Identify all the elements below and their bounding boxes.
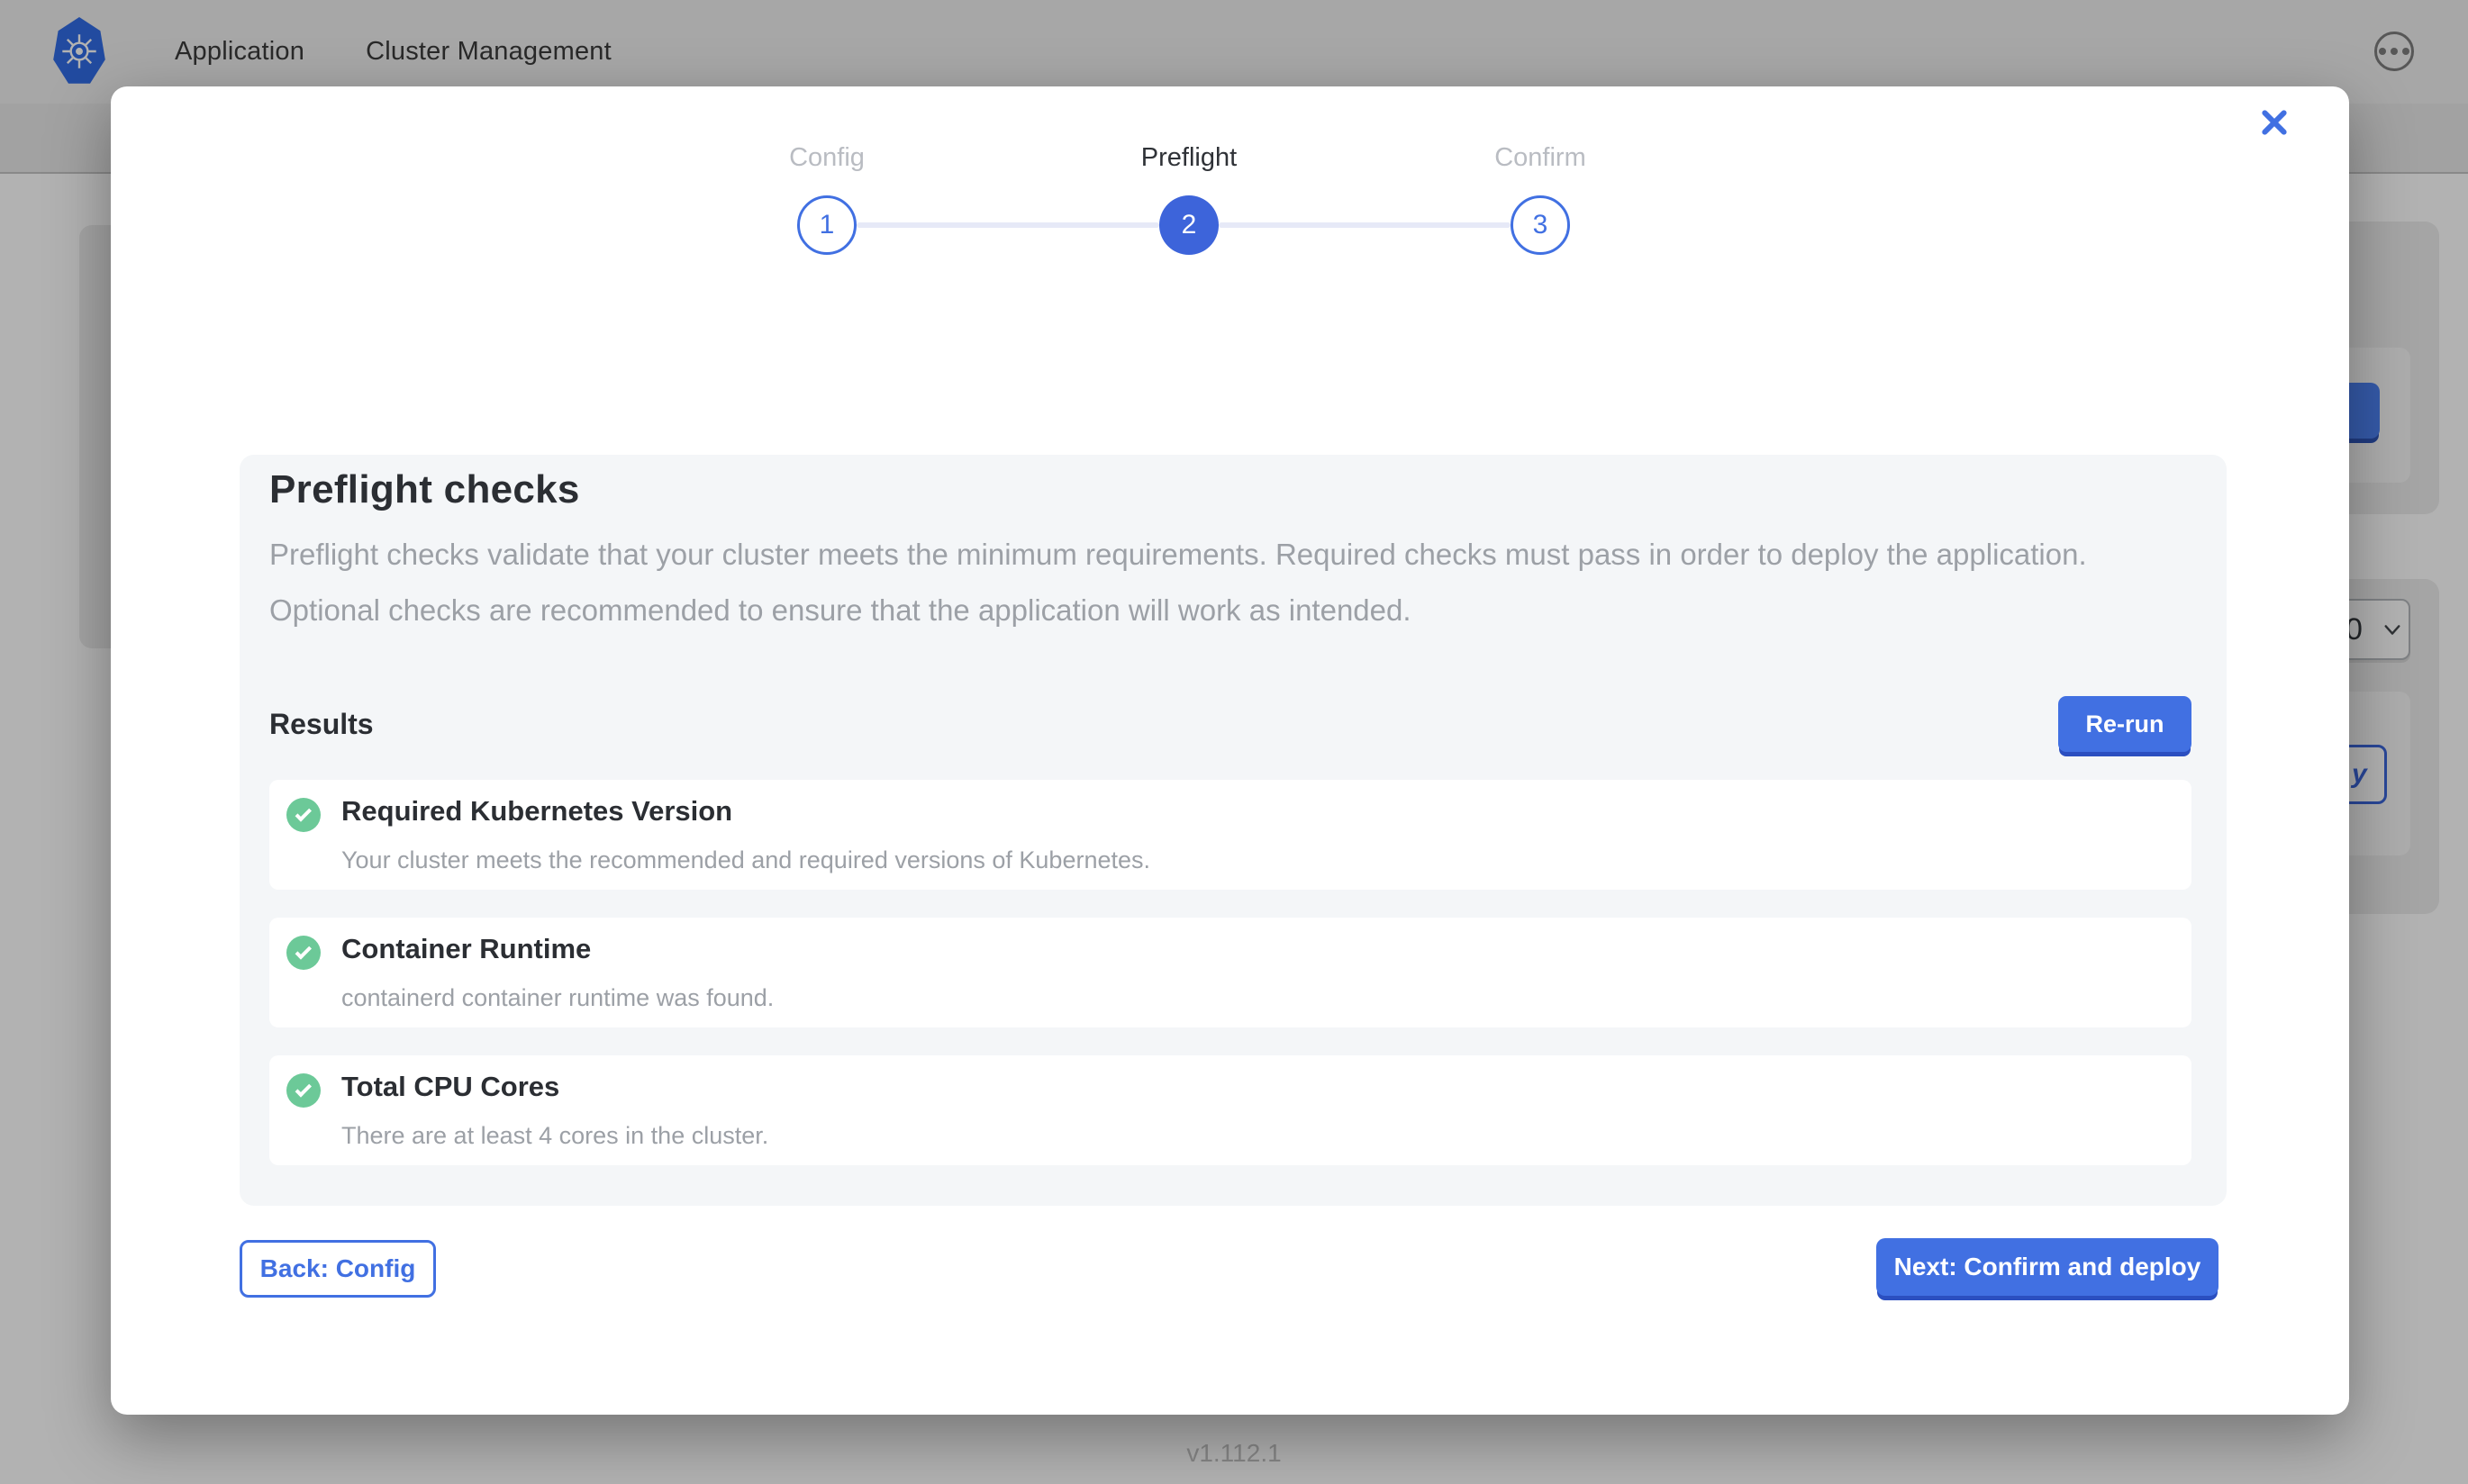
step-label-confirm: Confirm xyxy=(1405,143,1675,173)
check-title: Container Runtime xyxy=(341,933,591,965)
step-connector xyxy=(1219,222,1511,228)
results-header-row: Results Re-run xyxy=(269,696,2191,752)
preflight-check-row: Container Runtime containerd container r… xyxy=(269,918,2191,1027)
step-connector xyxy=(857,222,1159,228)
check-passed-icon xyxy=(286,936,321,970)
check-detail: There are at least 4 cores in the cluste… xyxy=(341,1122,768,1150)
next-confirm-deploy-button[interactable]: Next: Confirm and deploy xyxy=(1876,1238,2218,1296)
step-circle-1[interactable]: 1 xyxy=(797,195,857,255)
results-label: Results xyxy=(269,708,374,741)
screen: Application Cluster Management 0 y v1.11… xyxy=(0,0,2468,1484)
panel-title: Preflight checks xyxy=(269,467,2191,512)
close-icon[interactable] xyxy=(2253,101,2296,144)
preflight-panel: Preflight checks Preflight checks valida… xyxy=(240,455,2227,1206)
preflight-check-row: Total CPU Cores There are at least 4 cor… xyxy=(269,1055,2191,1165)
rerun-button[interactable]: Re-run xyxy=(2058,696,2191,752)
check-passed-icon xyxy=(286,1073,321,1108)
check-passed-icon xyxy=(286,798,321,832)
check-detail: Your cluster meets the recommended and r… xyxy=(341,846,1150,874)
step-circle-3[interactable]: 3 xyxy=(1511,195,1570,255)
preflight-check-row: Required Kubernetes Version Your cluster… xyxy=(269,780,2191,890)
panel-description: Preflight checks validate that your clus… xyxy=(269,527,2152,638)
check-title: Total CPU Cores xyxy=(341,1071,559,1103)
preflight-modal: Config Preflight Confirm 1 2 3 Preflight… xyxy=(111,86,2349,1415)
step-label-config: Config xyxy=(692,143,962,173)
step-circle-2[interactable]: 2 xyxy=(1159,195,1219,255)
check-detail: containerd container runtime was found. xyxy=(341,984,774,1012)
check-title: Required Kubernetes Version xyxy=(341,795,732,828)
step-label-preflight: Preflight xyxy=(1054,143,1324,173)
back-config-button[interactable]: Back: Config xyxy=(240,1240,436,1298)
